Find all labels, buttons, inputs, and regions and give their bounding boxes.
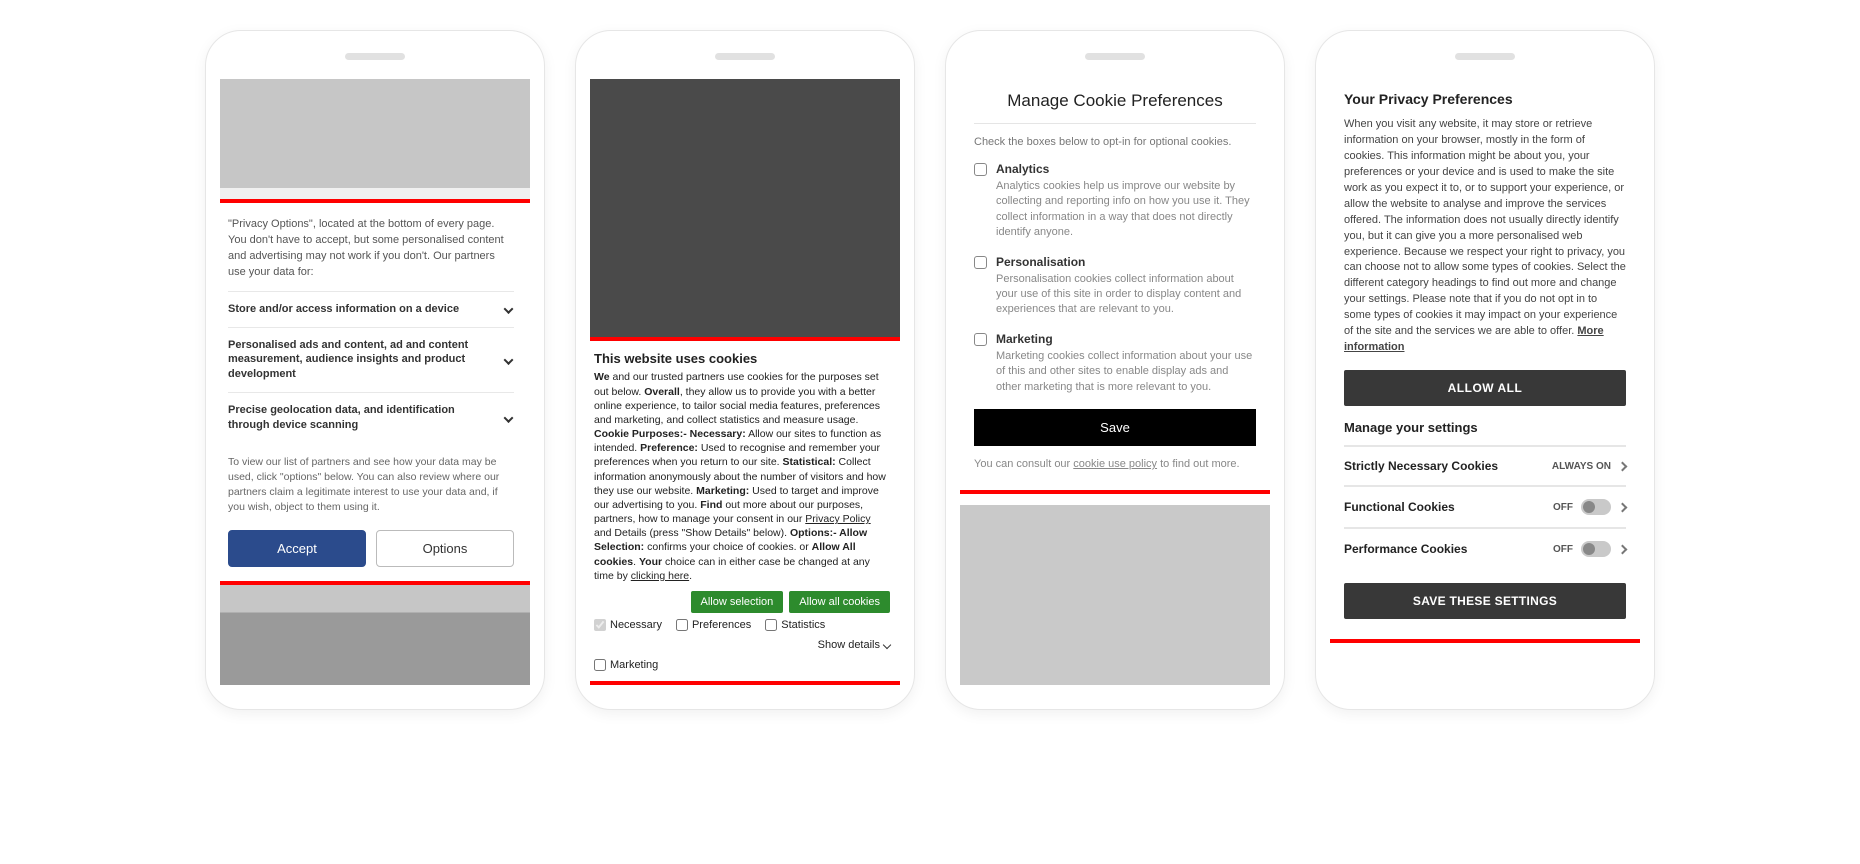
category-personalisation: Personalisation Personalisation cookies …	[974, 255, 1256, 318]
side-button-icon	[1654, 171, 1655, 211]
side-button-icon	[914, 221, 915, 261]
setting-functional[interactable]: Functional Cookies OFF	[1344, 485, 1626, 527]
side-button-icon	[1654, 221, 1655, 261]
side-button-icon	[544, 171, 545, 211]
cookie-dialog: "Privacy Options", located at the bottom…	[220, 199, 530, 585]
save-button[interactable]: Save	[974, 409, 1256, 446]
dialog-title: Your Privacy Preferences	[1344, 91, 1626, 107]
category-title: Analytics	[996, 162, 1256, 176]
cookie-policy-link[interactable]: cookie use policy	[1073, 458, 1157, 470]
category-desc: Analytics cookies help us improve our we…	[996, 179, 1256, 241]
category-desc: Marketing cookies collect information ab…	[996, 349, 1256, 395]
purpose-label: Store and/or access information on a dev…	[228, 303, 459, 315]
chevron-right-icon	[1618, 544, 1628, 554]
category-desc: Personalisation cookies collect informat…	[996, 272, 1256, 318]
personalisation-checkbox[interactable]	[974, 256, 987, 269]
toggle-switch[interactable]	[1581, 541, 1611, 557]
setting-name: Strictly Necessary Cookies	[1344, 459, 1544, 473]
allow-all-cookies-button[interactable]: Allow all cookies	[789, 591, 890, 613]
phone-frame-2: This website uses cookies We and our tru…	[575, 30, 915, 710]
clicking-here-link[interactable]: clicking here	[631, 570, 689, 582]
privacy-preferences-dialog: Your Privacy Preferences When you visit …	[1330, 79, 1640, 643]
category-analytics: Analytics Analytics cookies help us impr…	[974, 162, 1256, 241]
manage-settings-heading: Manage your settings	[1344, 420, 1626, 435]
dialog-body-text: When you visit any website, it may store…	[1344, 117, 1626, 356]
setting-state: ALWAYS ON	[1552, 461, 1611, 472]
setting-name: Performance Cookies	[1344, 542, 1545, 556]
show-details-toggle[interactable]: Show details	[818, 639, 890, 651]
purpose-label: Personalised ads and content, ad and con…	[228, 339, 468, 381]
category-title: Personalisation	[996, 255, 1256, 269]
side-button-icon	[914, 171, 915, 211]
allow-all-button[interactable]: ALLOW ALL	[1344, 370, 1626, 406]
accept-button[interactable]: Accept	[228, 530, 366, 567]
category-title: Marketing	[996, 332, 1256, 346]
chevron-down-icon	[504, 304, 514, 314]
speaker-icon	[1085, 53, 1145, 60]
speaker-icon	[1455, 53, 1515, 60]
marketing-checkbox[interactable]	[974, 333, 987, 346]
purpose-row-geolocation[interactable]: Precise geolocation data, and identifica…	[228, 392, 514, 443]
setting-state: OFF	[1553, 544, 1573, 555]
phone-frame-4: Your Privacy Preferences When you visit …	[1315, 30, 1655, 710]
dialog-intro-text: "Privacy Options", located at the bottom…	[228, 217, 514, 281]
phone-frame-3: Manage Cookie Preferences Check the boxe…	[945, 30, 1285, 710]
cookie-preferences-dialog: Manage Cookie Preferences Check the boxe…	[960, 79, 1270, 494]
speaker-icon	[715, 53, 775, 60]
privacy-policy-link[interactable]: Privacy Policy	[805, 513, 870, 525]
setting-state: OFF	[1553, 502, 1573, 513]
side-button-icon	[544, 221, 545, 261]
dialog-title: This website uses cookies	[594, 351, 890, 366]
speaker-icon	[345, 53, 405, 60]
chevron-right-icon	[1618, 461, 1628, 471]
dialog-intro-text: Check the boxes below to opt-in for opti…	[974, 136, 1256, 148]
preferences-checkbox[interactable]: Preferences	[676, 619, 751, 631]
allow-selection-button[interactable]: Allow selection	[691, 591, 784, 613]
phone-frame-1: "Privacy Options", located at the bottom…	[205, 30, 545, 710]
dialog-footer-text: You can consult our cookie use policy to…	[974, 458, 1256, 470]
page-background-strip	[960, 505, 1270, 685]
toggle-switch[interactable]	[1581, 499, 1611, 515]
chevron-down-icon	[504, 413, 514, 423]
setting-name: Functional Cookies	[1344, 500, 1545, 514]
save-settings-button[interactable]: SAVE THESE SETTINGS	[1344, 583, 1626, 619]
dialog-body-text: We and our trusted partners use cookies …	[594, 370, 890, 583]
statistics-checkbox[interactable]: Statistics	[765, 619, 825, 631]
dialog-note-text: To view our list of partners and see how…	[228, 455, 514, 516]
chevron-down-icon	[883, 641, 891, 649]
chevron-right-icon	[1618, 502, 1628, 512]
side-button-icon	[1284, 221, 1285, 261]
divider	[974, 123, 1256, 124]
chevron-down-icon	[504, 355, 514, 365]
side-button-icon	[1284, 171, 1285, 211]
marketing-checkbox[interactable]: Marketing	[594, 659, 890, 671]
setting-performance[interactable]: Performance Cookies OFF	[1344, 527, 1626, 569]
cookie-dialog: This website uses cookies We and our tru…	[590, 337, 900, 685]
setting-strictly-necessary[interactable]: Strictly Necessary Cookies ALWAYS ON	[1344, 445, 1626, 485]
category-marketing: Marketing Marketing cookies collect info…	[974, 332, 1256, 395]
options-button[interactable]: Options	[376, 530, 514, 567]
dialog-title: Manage Cookie Preferences	[974, 91, 1256, 111]
purpose-label: Precise geolocation data, and identifica…	[228, 404, 455, 431]
purpose-row-store-access[interactable]: Store and/or access information on a dev…	[228, 291, 514, 327]
analytics-checkbox[interactable]	[974, 163, 987, 176]
necessary-checkbox[interactable]: Necessary	[594, 619, 662, 631]
purpose-row-personalised-ads[interactable]: Personalised ads and content, ad and con…	[228, 327, 514, 393]
